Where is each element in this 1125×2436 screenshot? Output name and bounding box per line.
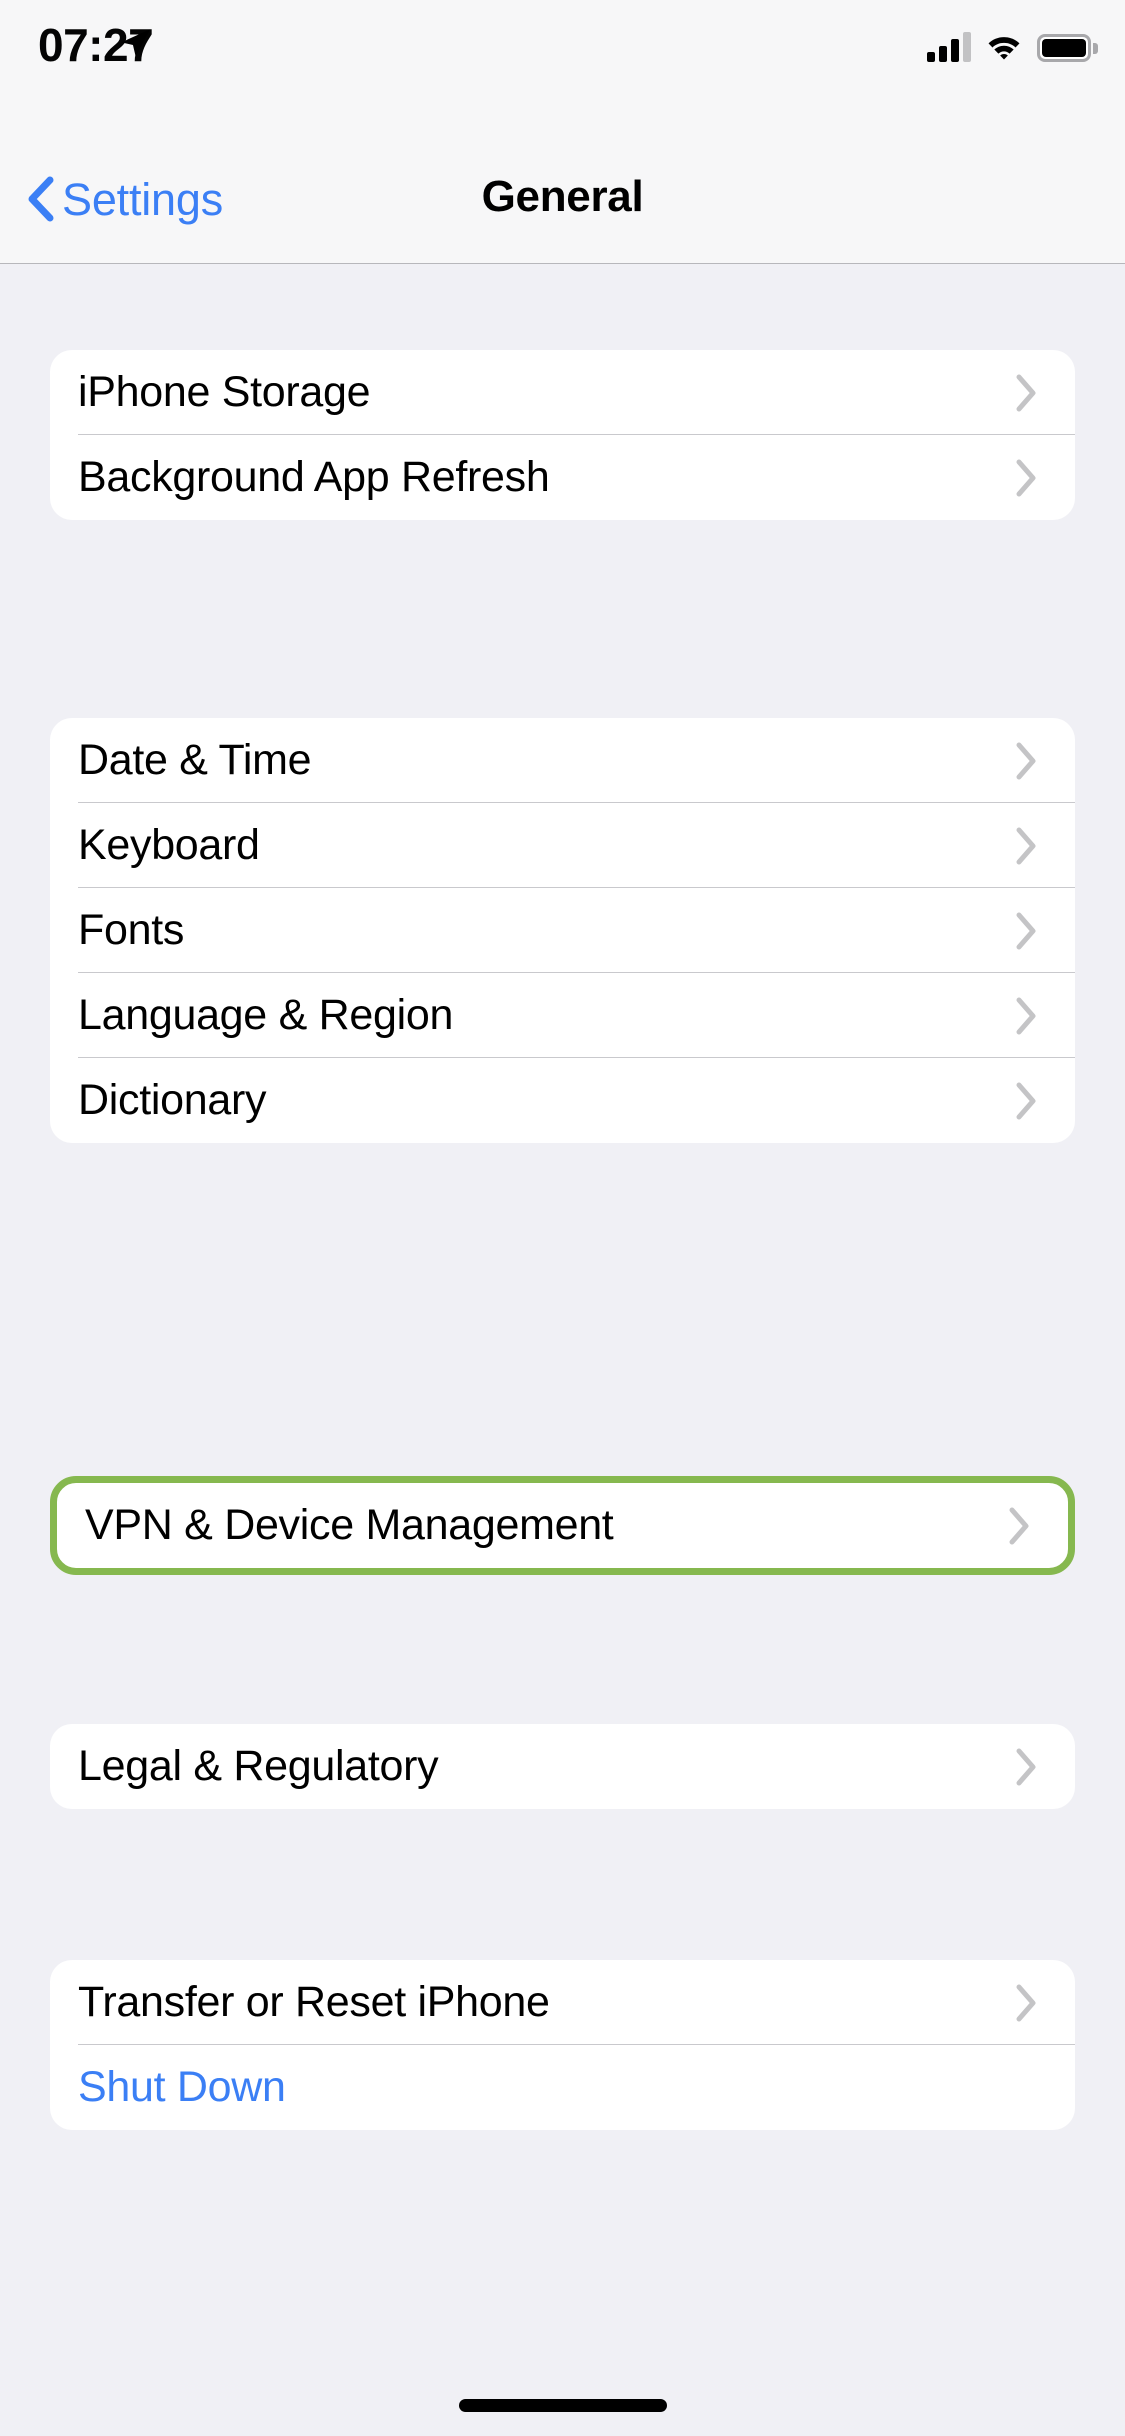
group-vpn: VPN & Device Management xyxy=(50,1476,1075,1575)
status-bar: 07:27 xyxy=(0,0,1125,132)
row-label: Dictionary xyxy=(78,1076,267,1124)
iphone-screen: 07:27 Settings General iPhone Storage Ba… xyxy=(0,0,1125,2436)
chevron-right-icon xyxy=(1016,1984,1036,2021)
group-localization: Date & Time Keyboard Fonts Language & Regio… xyxy=(50,718,1075,1143)
wifi-icon xyxy=(988,37,1020,60)
group-storage: iPhone Storage Background App Refresh xyxy=(50,350,1075,520)
row-label: Shut Down xyxy=(78,2063,286,2111)
row-dictionary[interactable]: Dictionary xyxy=(50,1058,1075,1143)
chevron-right-icon xyxy=(1016,1748,1036,1785)
row-label: VPN & Device Management xyxy=(85,1501,614,1549)
row-label: Fonts xyxy=(78,906,185,954)
chevron-right-icon xyxy=(1016,912,1036,949)
row-keyboard[interactable]: Keyboard xyxy=(50,803,1075,888)
navigation-bar: Settings General xyxy=(0,132,1125,264)
row-label: Transfer or Reset iPhone xyxy=(78,1978,550,2026)
row-fonts[interactable]: Fonts xyxy=(50,888,1075,973)
chevron-right-icon xyxy=(1016,742,1036,779)
chevron-right-icon xyxy=(1016,374,1036,411)
page-title: General xyxy=(481,172,644,221)
row-date-and-time[interactable]: Date & Time xyxy=(50,718,1075,803)
chevron-right-icon xyxy=(1016,827,1036,864)
row-label: iPhone Storage xyxy=(78,368,371,416)
status-bar-indicators xyxy=(927,28,1098,62)
row-label: Language & Region xyxy=(78,991,454,1039)
group-reset: Transfer or Reset iPhone Shut Down xyxy=(50,1960,1075,2130)
home-indicator[interactable] xyxy=(458,2399,667,2412)
chevron-right-icon xyxy=(1016,997,1036,1034)
row-transfer-or-reset-iphone[interactable]: Transfer or Reset iPhone xyxy=(50,1960,1075,2045)
row-label: Legal & Regulatory xyxy=(78,1742,439,1790)
row-label: Date & Time xyxy=(78,736,312,784)
row-iphone-storage[interactable]: iPhone Storage xyxy=(50,350,1075,435)
row-shut-down[interactable]: Shut Down xyxy=(50,2045,1075,2130)
cellular-bars-icon xyxy=(927,32,971,62)
row-label: Keyboard xyxy=(78,821,260,869)
location-arrow-icon xyxy=(121,29,150,57)
row-language-and-region[interactable]: Language & Region xyxy=(50,973,1075,1058)
group-legal: Legal & Regulatory xyxy=(50,1724,1075,1809)
battery-icon xyxy=(1037,34,1098,62)
chevron-right-icon xyxy=(1016,459,1036,496)
row-background-app-refresh[interactable]: Background App Refresh xyxy=(50,435,1075,520)
row-label: Background App Refresh xyxy=(78,453,550,501)
settings-list: iPhone Storage Background App Refresh Date… xyxy=(0,264,1125,2436)
row-vpn-device-management[interactable]: VPN & Device Management xyxy=(57,1483,1068,1568)
row-legal-and-regulatory[interactable]: Legal & Regulatory xyxy=(50,1724,1075,1809)
chevron-right-icon xyxy=(1009,1507,1029,1544)
chevron-right-icon xyxy=(1016,1082,1036,1119)
